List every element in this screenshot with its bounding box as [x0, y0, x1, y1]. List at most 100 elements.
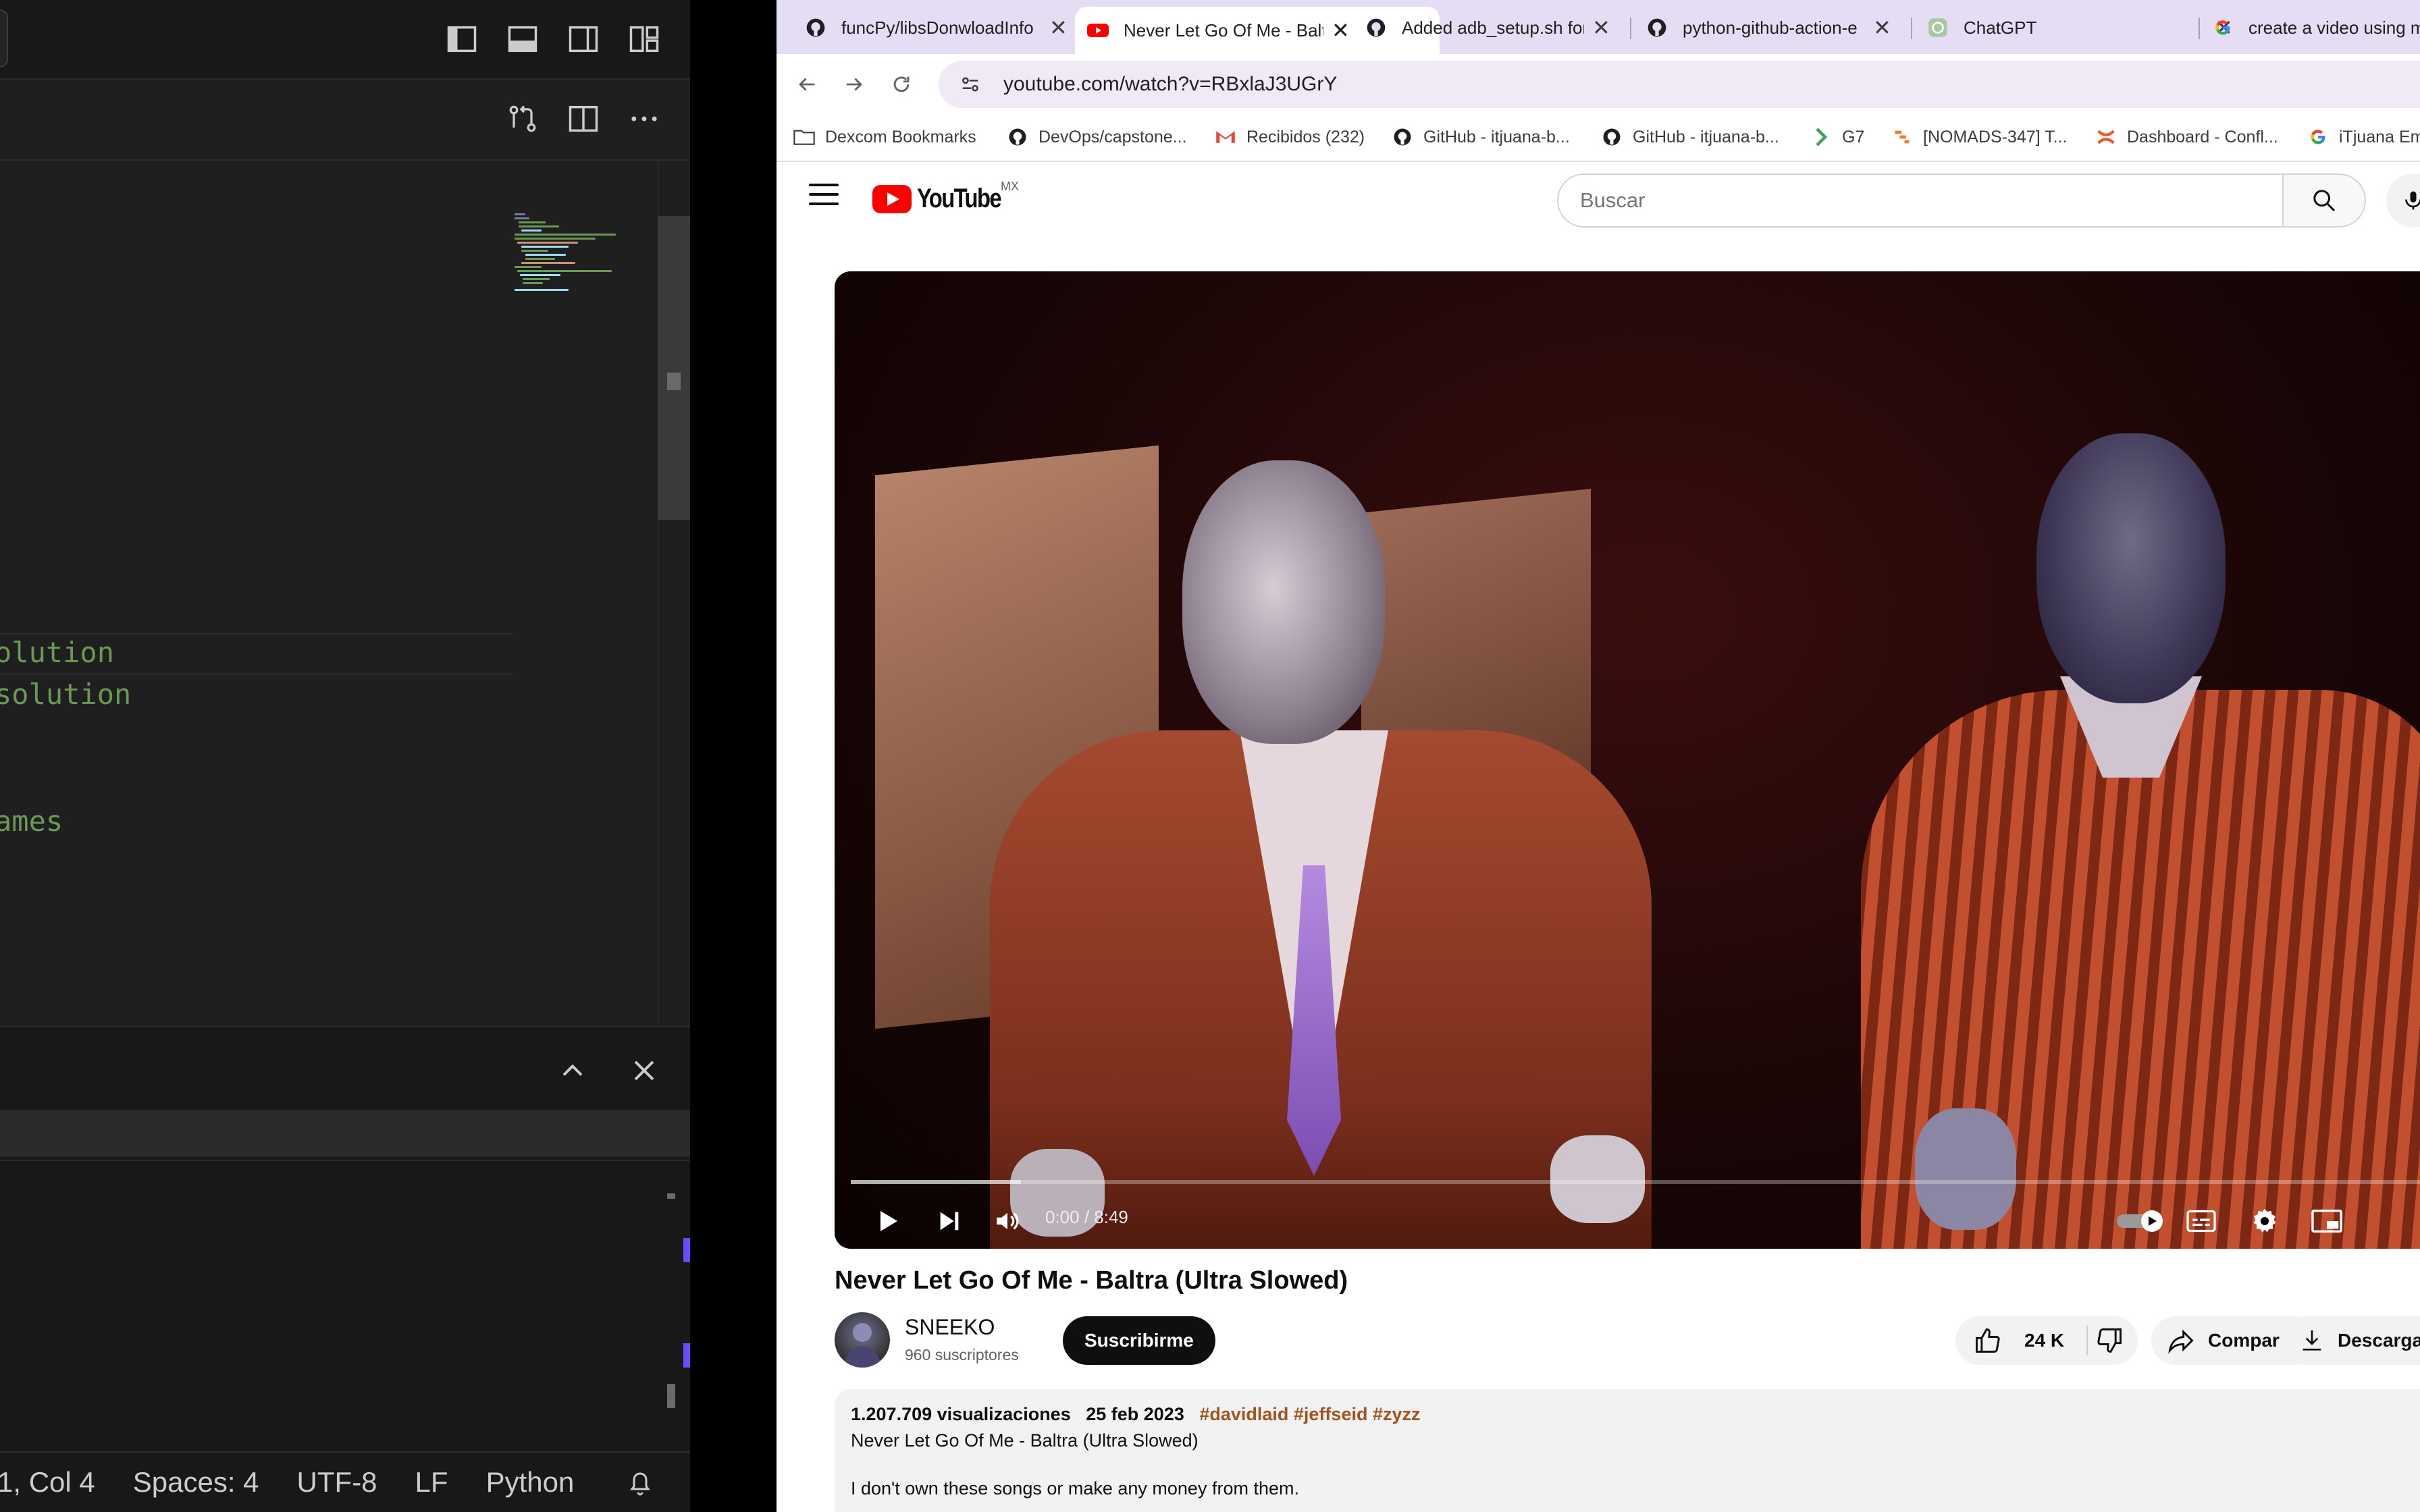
encoding-status[interactable]: UTF-8	[297, 1466, 377, 1498]
toggle-panel-icon[interactable]	[504, 20, 542, 58]
jira-icon	[1891, 126, 1914, 148]
close-panel-icon[interactable]	[625, 1052, 663, 1089]
maximize-panel-icon[interactable]	[554, 1052, 591, 1089]
code-editor[interactable]: olution solution ames	[0, 162, 690, 1026]
mute-button[interactable]	[987, 1200, 1028, 1242]
dislike-button[interactable]	[2095, 1326, 2136, 1360]
autoplay-toggle[interactable]	[2111, 1200, 2172, 1242]
notifications-bell-icon[interactable]	[624, 1466, 656, 1505]
address-bar[interactable]: youtube.com/watch?v=RBxlaJ3UGrY	[939, 61, 2420, 108]
settings-button[interactable]	[2244, 1200, 2285, 1242]
voice-search-button[interactable]	[2386, 173, 2420, 227]
youtube-logo[interactable]: YouTube MX	[872, 180, 1019, 214]
panel-filter-input[interactable]	[0, 1110, 690, 1157]
tab-github-action[interactable]: python-github-action-e ✕	[1645, 7, 1891, 49]
scroll-indicator	[667, 1193, 675, 1199]
bookmark-confluence[interactable]: Dashboard - Confl...	[2095, 126, 2278, 148]
video-player[interactable]: 0:00 / 8:49	[835, 271, 2420, 1249]
miniplayer-button[interactable]	[2307, 1200, 2347, 1242]
indentation-status[interactable]: Spaces: 4	[133, 1466, 259, 1498]
layout-controls	[443, 20, 663, 58]
bookmark-g7[interactable]: G7	[1810, 126, 1864, 148]
miniplayer-icon	[2311, 1209, 2342, 1233]
tab-github-adb[interactable]: Added adb_setup.sh for ✕	[1364, 7, 1610, 49]
skip-next-icon	[940, 1212, 959, 1231]
editor-scrollbar-thumb[interactable]	[658, 216, 690, 520]
search-icon	[2313, 190, 2336, 212]
more-actions-icon[interactable]	[625, 100, 663, 138]
autoplay-icon	[2117, 1210, 2163, 1232]
reload-button[interactable]	[885, 68, 918, 101]
bookmark-dexcom[interactable]: Dexcom Bookmarks	[793, 126, 976, 148]
progress-bar[interactable]	[851, 1180, 2420, 1184]
bookmark-label: Recibidos (232)	[1246, 127, 1365, 146]
like-button[interactable]: 24 K	[1973, 1326, 2064, 1355]
current-line-highlight	[0, 633, 513, 634]
next-button[interactable]	[929, 1200, 970, 1242]
desktop-gap	[690, 0, 777, 1512]
gmail-icon	[1214, 126, 1237, 148]
bookmark-label: G7	[1842, 127, 1865, 146]
bookmark-devops[interactable]: DevOps/capstone...	[1006, 126, 1187, 148]
tab-close-icon[interactable]: ✕	[1332, 18, 1350, 43]
github-icon	[1006, 126, 1029, 148]
bookmark-github-1[interactable]: GitHub - itjuana-b...	[1391, 126, 1570, 148]
bottom-panel	[0, 1026, 690, 1451]
video-title: Never Let Go Of Me - Baltra (Ultra Slowe…	[835, 1266, 1348, 1295]
split-editor-icon[interactable]	[564, 100, 602, 138]
language-mode[interactable]: Python	[486, 1466, 575, 1498]
play-button[interactable]	[867, 1200, 908, 1242]
channel-avatar[interactable]	[835, 1312, 890, 1368]
scrollbar-cursor-marker	[667, 373, 681, 390]
bookmark-jira[interactable]: [NOMADS-347] T...	[1891, 126, 2068, 148]
toggle-primary-sidebar-icon[interactable]	[443, 20, 481, 58]
tab-title: Added adb_setup.sh for	[1402, 17, 1584, 38]
subtitles-button[interactable]	[2181, 1200, 2221, 1242]
github-icon	[804, 16, 828, 40]
tab-google[interactable]: create a video using ms	[2211, 7, 2420, 49]
minimap[interactable]	[513, 213, 621, 308]
time-display: 0:00 / 8:49	[1045, 1207, 1128, 1227]
tab-chatgpt[interactable]: ChatGPT ✕	[1926, 7, 2233, 49]
thumbs-up-icon	[1976, 1328, 2000, 1353]
github-icon	[1391, 126, 1414, 148]
like-dislike-group: 24 K	[1955, 1316, 2138, 1365]
forward-button[interactable]	[837, 68, 871, 101]
open-changes-icon[interactable]	[504, 100, 542, 138]
tab-title: create a video using ms	[2248, 17, 2420, 38]
player-controls: 0:00 / 8:49	[835, 1193, 2420, 1249]
description-meta: 1.207.709 visualizaciones 25 feb 2023 #d…	[851, 1404, 2420, 1425]
change-marker	[683, 1238, 690, 1262]
search-input[interactable]: Buscar	[1557, 173, 2289, 227]
video-description[interactable]: 1.207.709 visualizaciones 25 feb 2023 #d…	[835, 1389, 2420, 1512]
github-icon	[1645, 16, 1669, 40]
eol-status[interactable]: LF	[415, 1466, 448, 1498]
customize-layout-icon[interactable]	[625, 20, 663, 58]
toggle-secondary-sidebar-icon[interactable]	[564, 20, 602, 58]
search-button[interactable]	[2282, 173, 2366, 227]
tab-close-icon[interactable]: ✕	[1873, 15, 1891, 40]
tab-close-icon[interactable]: ✕	[1049, 15, 1068, 40]
vscode-titlebar	[0, 0, 690, 80]
tab-close-icon[interactable]: ✕	[1592, 15, 1610, 40]
download-button[interactable]: Descargar	[2280, 1316, 2420, 1365]
cursor-position[interactable]: 1, Col 4	[0, 1466, 95, 1498]
channel-name[interactable]: SNEEKO	[905, 1315, 995, 1340]
channel-row: SNEEKO 960 suscriptores Suscribirme 24 K…	[835, 1312, 2420, 1369]
command-center-search[interactable]	[0, 9, 8, 68]
tab-github-libs[interactable]: funcPy/libsDonwloadInfo ✕	[804, 7, 1068, 49]
bookmark-github-2[interactable]: GitHub - itjuana-b...	[1600, 126, 1779, 148]
bookmark-gmail[interactable]: Recibidos (232)	[1214, 126, 1365, 148]
site-info-icon[interactable]	[956, 70, 984, 99]
person-right-head	[2036, 433, 2226, 703]
github-icon	[1364, 16, 1388, 40]
hamburger-menu-icon[interactable]	[809, 184, 839, 213]
hashtags[interactable]: #davidlaid #jeffseid #zyzz	[1199, 1404, 1420, 1424]
search-placeholder: Buscar	[1580, 188, 1646, 212]
subscribe-button[interactable]: Suscribirme	[1063, 1316, 1215, 1365]
bookmark-itjuana[interactable]: iTjuana Em	[2307, 126, 2420, 148]
chatgpt-icon	[1926, 16, 1950, 40]
back-button[interactable]	[790, 68, 824, 101]
gear-icon	[2253, 1208, 2276, 1233]
youtube-play-icon	[872, 184, 912, 213]
